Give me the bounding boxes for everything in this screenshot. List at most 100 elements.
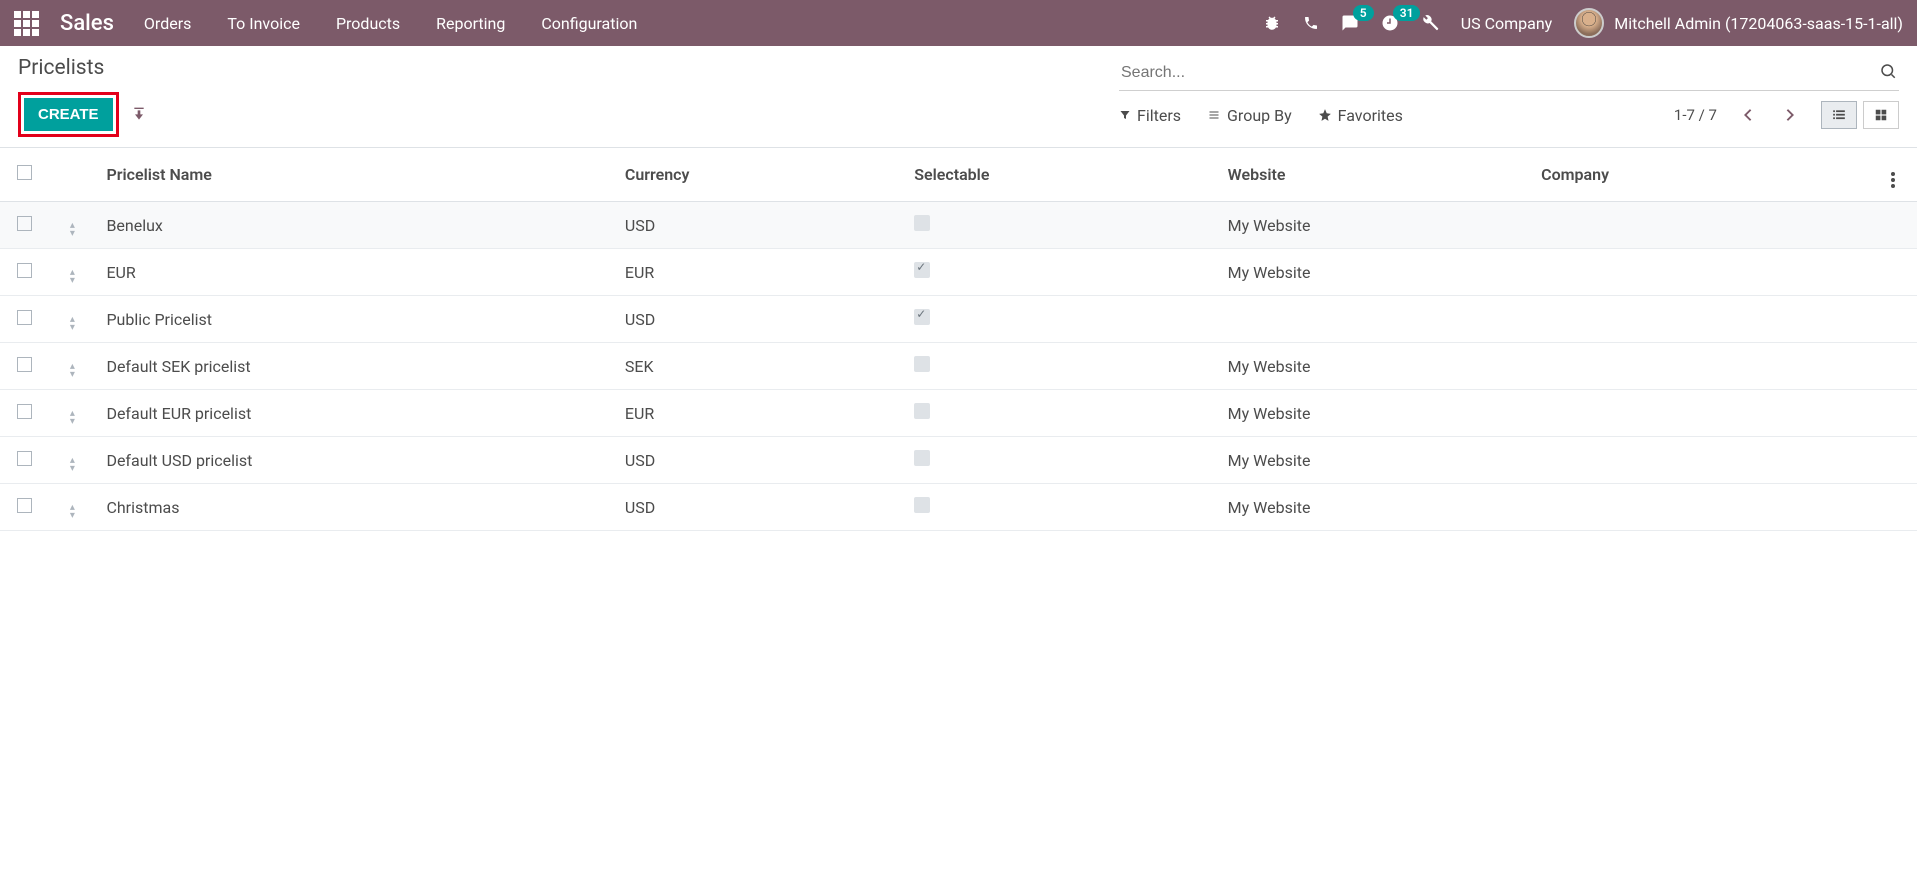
pager-prev[interactable] [1737, 104, 1759, 126]
favorites-button[interactable]: Favorites [1318, 106, 1403, 125]
cell-company [1531, 437, 1869, 484]
drag-handle-icon[interactable] [70, 410, 75, 425]
phone-icon[interactable] [1303, 15, 1319, 31]
cell-currency: EUR [615, 249, 904, 296]
th-selectable[interactable]: Selectable [904, 148, 1217, 202]
columns-menu-icon[interactable] [1891, 172, 1895, 188]
nav-toinvoice[interactable]: To Invoice [227, 14, 300, 33]
cell-currency: EUR [615, 390, 904, 437]
cell-company [1531, 343, 1869, 390]
app-brand[interactable]: Sales [60, 11, 114, 36]
table-row[interactable]: BeneluxUSD My Website [0, 202, 1917, 249]
cell-currency: USD [615, 437, 904, 484]
table-row[interactable]: Default USD pricelistUSD My Website [0, 437, 1917, 484]
cell-company [1531, 390, 1869, 437]
bug-icon[interactable] [1263, 14, 1281, 32]
filters-button[interactable]: Filters [1119, 106, 1181, 125]
cell-name: Default SEK pricelist [96, 343, 614, 390]
cell-company [1531, 249, 1869, 296]
cell-selectable [914, 262, 930, 278]
activities-icon[interactable]: 31 [1381, 14, 1399, 32]
table-row[interactable]: ChristmasUSD My Website [0, 484, 1917, 531]
create-highlight: CREATE [18, 92, 119, 137]
row-checkbox[interactable] [17, 216, 32, 231]
nav-reporting[interactable]: Reporting [436, 14, 505, 33]
create-button[interactable]: CREATE [24, 98, 113, 131]
cell-name: Default USD pricelist [96, 437, 614, 484]
groupby-button[interactable]: Group By [1207, 106, 1292, 125]
cell-name: Benelux [96, 202, 614, 249]
drag-handle-icon[interactable] [70, 363, 75, 378]
cell-company [1531, 484, 1869, 531]
drag-handle-icon[interactable] [70, 269, 75, 284]
breadcrumb: Pricelists [18, 56, 147, 80]
cell-currency: USD [615, 202, 904, 249]
drag-handle-icon[interactable] [70, 504, 75, 519]
messages-badge: 5 [1353, 5, 1374, 21]
cell-name: EUR [96, 249, 614, 296]
cell-currency: USD [615, 484, 904, 531]
th-currency[interactable]: Currency [615, 148, 904, 202]
nav-menu: Orders To Invoice Products Reporting Con… [144, 14, 637, 33]
table-row[interactable]: EUREUR My Website [0, 249, 1917, 296]
select-all-checkbox[interactable] [17, 165, 32, 180]
drag-handle-icon[interactable] [70, 316, 75, 331]
cell-name: Default EUR pricelist [96, 390, 614, 437]
search-input[interactable] [1121, 64, 1879, 82]
user-name: Mitchell Admin (17204063-saas-15-1-all) [1614, 14, 1903, 33]
drag-handle-icon[interactable] [70, 222, 75, 237]
cell-selectable [914, 356, 930, 372]
table-row[interactable]: Default SEK pricelistSEK My Website [0, 343, 1917, 390]
cell-currency: USD [615, 296, 904, 343]
th-name[interactable]: Pricelist Name [96, 148, 614, 202]
cell-website: My Website [1218, 202, 1531, 249]
cell-selectable [914, 403, 930, 419]
cell-website: My Website [1218, 484, 1531, 531]
list-view: Pricelist Name Currency Selectable Websi… [0, 147, 1917, 531]
avatar [1574, 8, 1604, 38]
pager-text[interactable]: 1-7 / 7 [1674, 106, 1717, 124]
cell-website: My Website [1218, 437, 1531, 484]
tools-icon[interactable] [1421, 14, 1439, 32]
row-checkbox[interactable] [17, 310, 32, 325]
activities-badge: 31 [1393, 5, 1421, 21]
cell-company [1531, 296, 1869, 343]
cell-selectable [914, 215, 930, 231]
company-switcher[interactable]: US Company [1461, 14, 1553, 33]
table-row[interactable]: Default EUR pricelistEUR My Website [0, 390, 1917, 437]
user-menu[interactable]: Mitchell Admin (17204063-saas-15-1-all) [1574, 8, 1903, 38]
row-checkbox[interactable] [17, 263, 32, 278]
cell-name: Christmas [96, 484, 614, 531]
topnav: Sales Orders To Invoice Products Reporti… [0, 0, 1917, 46]
th-company[interactable]: Company [1531, 148, 1869, 202]
row-checkbox[interactable] [17, 357, 32, 372]
cell-currency: SEK [615, 343, 904, 390]
control-panel: Pricelists CREATE Filters [0, 46, 1917, 137]
pager-next[interactable] [1779, 104, 1801, 126]
download-icon[interactable] [131, 105, 147, 125]
cell-selectable [914, 309, 930, 325]
nav-right: 5 31 US Company Mitchell Admin (17204063… [1263, 8, 1903, 38]
cell-name: Public Pricelist [96, 296, 614, 343]
cell-selectable [914, 450, 930, 466]
kanban-view-button[interactable] [1863, 101, 1899, 129]
cell-website: My Website [1218, 249, 1531, 296]
row-checkbox[interactable] [17, 498, 32, 513]
cell-website: My Website [1218, 343, 1531, 390]
apps-icon[interactable] [14, 11, 42, 36]
nav-configuration[interactable]: Configuration [541, 14, 637, 33]
messages-icon[interactable]: 5 [1341, 14, 1359, 32]
cell-website [1218, 296, 1531, 343]
table-row[interactable]: Public PricelistUSD [0, 296, 1917, 343]
cell-website: My Website [1218, 390, 1531, 437]
drag-handle-icon[interactable] [70, 457, 75, 472]
cell-company [1531, 202, 1869, 249]
row-checkbox[interactable] [17, 451, 32, 466]
nav-products[interactable]: Products [336, 14, 400, 33]
nav-orders[interactable]: Orders [144, 14, 191, 33]
searchbox [1119, 56, 1899, 91]
th-website[interactable]: Website [1218, 148, 1531, 202]
search-icon[interactable] [1879, 62, 1897, 84]
row-checkbox[interactable] [17, 404, 32, 419]
list-view-button[interactable] [1821, 101, 1857, 129]
